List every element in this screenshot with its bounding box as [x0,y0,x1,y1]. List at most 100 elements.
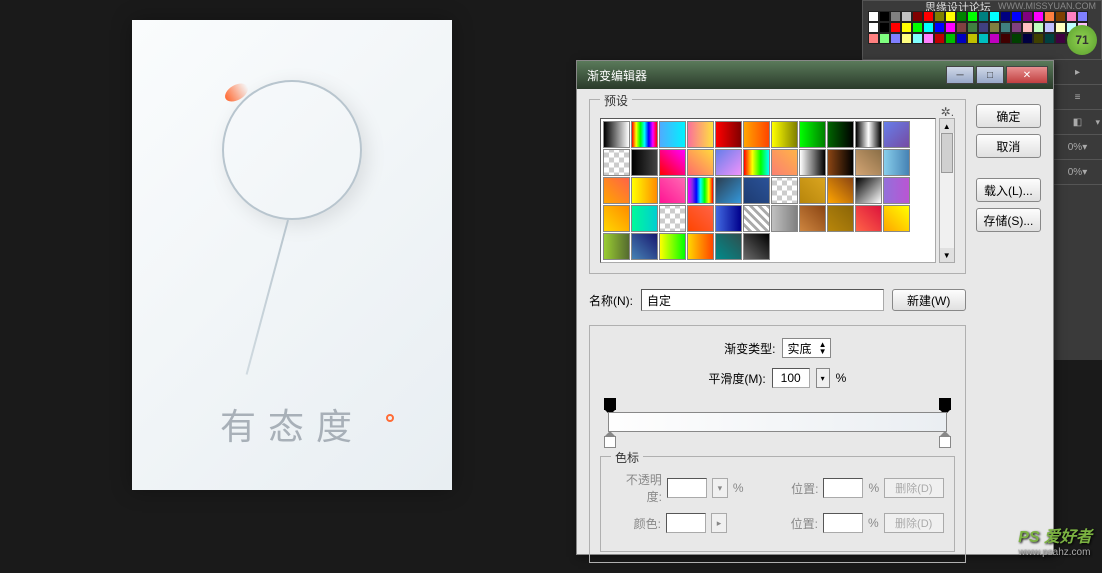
gradient-preset[interactable] [827,177,854,204]
gradient-preset[interactable] [771,205,798,232]
swatch[interactable] [956,33,967,44]
swatch[interactable] [989,11,1000,22]
opacity-input[interactable] [667,478,707,498]
scroll-down-icon[interactable]: ▼ [940,248,954,262]
swatch[interactable] [1011,11,1022,22]
swatch[interactable] [1055,33,1066,44]
gradient-preset[interactable] [715,233,742,260]
gradient-preset[interactable] [715,149,742,176]
gradient-preset[interactable] [799,177,826,204]
position-input[interactable] [823,478,863,498]
gradient-preset[interactable] [687,177,714,204]
gradient-preset[interactable] [799,149,826,176]
gradient-bar-area[interactable] [600,398,955,448]
gradient-preset[interactable] [883,121,910,148]
gradient-preset[interactable] [715,121,742,148]
gradient-preset[interactable] [827,149,854,176]
gradient-preset[interactable] [631,121,658,148]
gradient-preset[interactable] [631,177,658,204]
swatch[interactable] [879,33,890,44]
gradient-preset[interactable] [603,149,630,176]
maximize-button[interactable]: □ [976,66,1004,84]
swatch[interactable] [967,33,978,44]
cancel-button[interactable]: 取消 [976,134,1041,158]
gradient-preset[interactable] [771,149,798,176]
load-button[interactable]: 载入(L)... [976,178,1041,202]
panel-icon[interactable]: ≡ [1053,85,1102,110]
panel-tab-icon[interactable]: ◧▾ [1053,110,1102,135]
swatch[interactable] [923,11,934,22]
color-position-input[interactable] [823,513,863,533]
swatch[interactable] [1000,22,1011,33]
gradient-preset[interactable] [631,233,658,260]
swatch[interactable] [1033,33,1044,44]
swatch[interactable] [934,33,945,44]
scroll-up-icon[interactable]: ▲ [940,119,954,133]
gradient-preset[interactable] [687,233,714,260]
swatch[interactable] [1022,22,1033,33]
swatch[interactable] [956,11,967,22]
dialog-titlebar[interactable]: 渐变编辑器 ─ □ ✕ [577,61,1053,89]
swatch[interactable] [989,22,1000,33]
swatch[interactable] [1055,11,1066,22]
gradient-preset[interactable] [603,205,630,232]
delete-opacity-button[interactable]: 删除(D) [884,478,944,498]
gradient-preset[interactable] [687,149,714,176]
delete-color-button[interactable]: 删除(D) [884,513,944,533]
gradient-preset[interactable] [799,205,826,232]
gradient-preset[interactable] [687,205,714,232]
swatch[interactable] [945,22,956,33]
gradient-preset[interactable] [883,149,910,176]
swatch[interactable] [890,11,901,22]
swatch[interactable] [901,22,912,33]
color-picker-arrow[interactable]: ▸ [711,513,727,533]
gradient-preset[interactable] [743,205,770,232]
gradient-preset[interactable] [603,121,630,148]
swatch[interactable] [901,33,912,44]
swatch[interactable] [978,11,989,22]
gradient-preset[interactable] [799,121,826,148]
gradient-preset[interactable] [743,149,770,176]
gradient-preset[interactable] [631,149,658,176]
swatch[interactable] [1011,22,1022,33]
gradient-preset[interactable] [659,233,686,260]
new-button[interactable]: 新建(W) [892,289,966,311]
gradient-preset[interactable] [715,177,742,204]
swatch[interactable] [989,33,1000,44]
swatch[interactable] [912,33,923,44]
swatch[interactable] [1055,22,1066,33]
panel-opacity[interactable]: 0%▾ [1053,160,1102,185]
swatch[interactable] [890,22,901,33]
opacity-dropdown[interactable]: ▾ [712,478,728,498]
smoothness-input[interactable] [772,368,810,388]
preset-scrollbar[interactable]: ▲ ▼ [939,118,955,263]
color-stop-right[interactable] [939,436,951,448]
swatch[interactable] [923,22,934,33]
color-stop-left[interactable] [604,436,616,448]
swatch[interactable] [978,22,989,33]
gradient-preset[interactable] [883,177,910,204]
swatch[interactable] [912,11,923,22]
panel-opacity[interactable]: 0%▾ [1053,135,1102,160]
opacity-stop-left[interactable] [604,398,616,410]
gradient-preset[interactable] [631,205,658,232]
swatch[interactable] [1000,33,1011,44]
gradient-preset[interactable] [827,205,854,232]
gradient-preset[interactable] [771,177,798,204]
swatch[interactable] [945,33,956,44]
swatch[interactable] [1033,22,1044,33]
swatch[interactable] [956,22,967,33]
gradient-preset[interactable] [687,121,714,148]
swatch[interactable] [1033,11,1044,22]
scroll-thumb[interactable] [941,133,953,173]
gradient-preset[interactable] [743,233,770,260]
gradient-preset[interactable] [659,205,686,232]
smoothness-dropdown[interactable]: ▾ [816,368,830,388]
gradient-preset[interactable] [855,177,882,204]
gradient-preset[interactable] [771,121,798,148]
gradient-preset[interactable] [659,149,686,176]
gradient-preset[interactable] [855,205,882,232]
swatch[interactable] [945,11,956,22]
swatch[interactable] [901,11,912,22]
swatch[interactable] [1077,11,1088,22]
